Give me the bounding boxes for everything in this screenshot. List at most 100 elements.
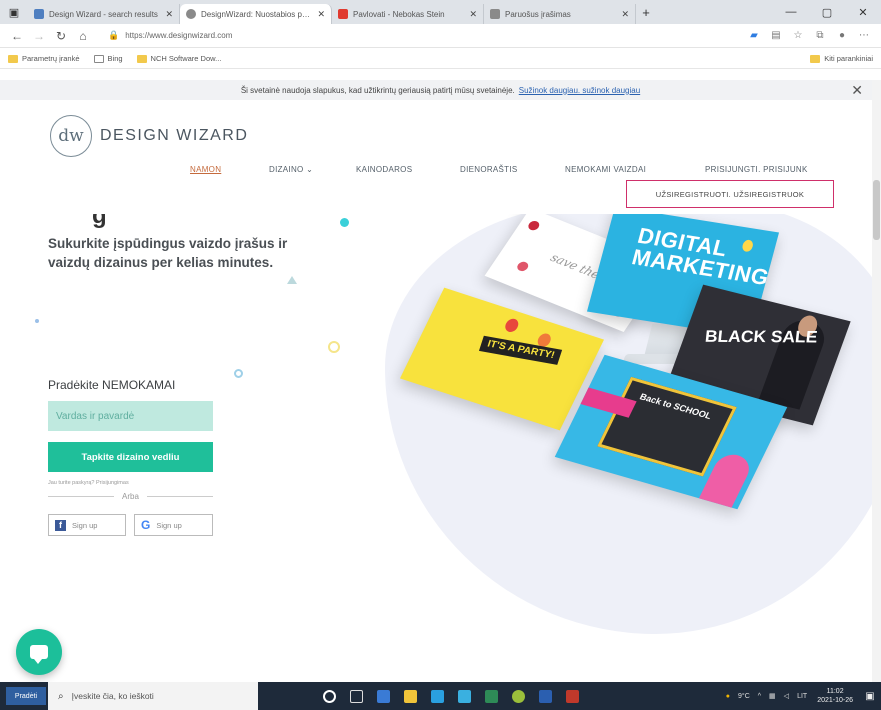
nav-item-login[interactable]: PRISIJUNGTI. PRISIJUNK: [705, 165, 808, 174]
site-logo[interactable]: dw DESIGN WIZARD: [50, 115, 248, 157]
excel-app-icon[interactable]: [478, 682, 505, 710]
bookmark-label: Bing: [107, 54, 123, 63]
extension-icon[interactable]: ▰: [743, 30, 765, 41]
maximize-button[interactable]: ▢: [809, 6, 845, 19]
home-icon[interactable]: ⌂: [72, 29, 94, 43]
name-input[interactable]: [48, 401, 213, 431]
start-button[interactable]: Pradėti: [6, 687, 46, 705]
form-title: Pradėkite NEMOKAMAI: [48, 378, 176, 392]
decor-dot: [526, 219, 542, 232]
lock-icon: 🔒: [108, 30, 120, 40]
close-window-button[interactable]: ✕: [845, 6, 881, 19]
task-view-icon[interactable]: [343, 682, 370, 710]
refresh-icon[interactable]: ↻: [50, 29, 72, 43]
notifications-icon[interactable]: ▣: [859, 691, 881, 702]
collections-icon[interactable]: ⧉: [809, 30, 831, 41]
nav-item-free-images[interactable]: NEMOKAMI VAIZDAI: [565, 165, 646, 174]
more-menu-icon[interactable]: ⋯: [853, 30, 875, 41]
nav-item-home[interactable]: NAMON: [190, 165, 221, 174]
hero-tagline: Sukurkite įspūdingus vaizdo įrašus ir va…: [48, 236, 288, 270]
folder-icon: [136, 54, 147, 63]
tab-pavlovati[interactable]: Pavlovati - Nebokas Stein ✕: [332, 4, 484, 24]
tab-search-results[interactable]: Design Wizard - search results ✕: [28, 4, 180, 24]
main-navigation: NAMON DIZAINO ⌄ KAINODAROS DIENORAŠTIS N…: [0, 165, 881, 179]
tab-label: Design Wizard - search results: [49, 9, 158, 19]
taskbar-search-placeholder: Įveskite čia, ko ieškoti: [71, 691, 154, 701]
close-icon[interactable]: ✕: [317, 9, 325, 20]
login-link[interactable]: Jau turite paskyrą? Prisijungimas: [48, 480, 129, 486]
minimize-button[interactable]: —: [773, 6, 809, 19]
or-divider: Arba: [48, 492, 213, 501]
scrollbar-thumb[interactable]: [873, 180, 880, 240]
chevron-up-icon[interactable]: ^: [758, 693, 761, 700]
google-signup-button[interactable]: G Sign up: [134, 514, 213, 536]
system-tray: ● 9°C ^ ▦ ◁ LIT 11:02 2021-10-26 ▣: [718, 687, 881, 705]
divider-line: [146, 496, 213, 497]
word-app-icon[interactable]: [532, 682, 559, 710]
taskbar-clock[interactable]: 11:02 2021-10-26: [817, 687, 853, 705]
bing-favicon-icon: [34, 9, 44, 19]
divider-line: [48, 496, 115, 497]
bookmark-label: Parametrų įrankė: [22, 54, 80, 63]
decor-dot: [35, 319, 39, 323]
signup-menu-item[interactable]: UŽSIREGISTRUOTI. UŽSIREGISTRUOK: [626, 180, 834, 208]
taskbar-apps: [316, 682, 586, 710]
decor-ring: [234, 369, 243, 378]
tab-actions-icon[interactable]: ▣: [0, 0, 28, 24]
windows-taskbar: Pradėti ⌕ Įveskite čia, ko ieškoti ● 9°C…: [0, 682, 881, 710]
cookie-learn-more-link[interactable]: Sužinok daugiau. sužinok daugiau: [519, 86, 640, 95]
favorites-star-icon[interactable]: ☆: [787, 30, 809, 41]
language-indicator[interactable]: LIT: [797, 693, 807, 700]
chat-bubble-icon: [30, 645, 48, 664]
bookmark-item[interactable]: Bing: [93, 54, 123, 63]
url-field[interactable]: 🔒 https://www.designwizard.com: [102, 27, 735, 45]
reading-view-icon[interactable]: ▤: [765, 30, 787, 41]
taskbar-search[interactable]: ⌕ Įveskite čia, ko ieškoti: [48, 682, 258, 710]
decor-dot: [515, 260, 531, 273]
network-icon[interactable]: ▦: [769, 692, 776, 700]
edge-app-icon[interactable]: [370, 682, 397, 710]
bookmark-item[interactable]: Parametrų įrankė: [8, 54, 80, 63]
store-app-icon[interactable]: [424, 682, 451, 710]
hero-section: g Sukurkite įspūdingus vaizdo įrašus ir …: [0, 214, 881, 682]
google-signup-label: Sign up: [156, 520, 182, 530]
or-label: Arba: [122, 492, 139, 501]
forward-icon[interactable]: →: [28, 29, 50, 43]
window-controls: — ▢ ✕: [773, 6, 881, 19]
tab-designwizard[interactable]: DesignWizard: Nuostabios papr. ✕: [180, 4, 332, 24]
close-icon[interactable]: ✕: [621, 9, 629, 20]
black-sale-text: BLACK SALE: [704, 327, 819, 347]
app-icon[interactable]: [451, 682, 478, 710]
page-scrollbar[interactable]: [872, 80, 881, 682]
close-icon[interactable]: ✕: [851, 82, 863, 99]
become-designer-button[interactable]: Tapkite dizaino vedliu: [48, 442, 213, 472]
nav-item-blog[interactable]: DIENORAŠTIS: [460, 165, 518, 174]
cortana-icon[interactable]: [316, 682, 343, 710]
profile-icon[interactable]: ●: [831, 30, 853, 41]
facebook-icon: f: [55, 519, 66, 531]
decor-triangle-icon: [287, 276, 297, 284]
volume-icon[interactable]: ◁: [784, 692, 789, 700]
other-favorites[interactable]: Kiti parankiniai: [810, 54, 873, 63]
folder-icon: [810, 54, 821, 63]
weather-icon[interactable]: ●: [726, 693, 730, 700]
file-explorer-icon[interactable]: [397, 682, 424, 710]
new-tab-button[interactable]: +: [636, 5, 656, 20]
nav-item-pricing[interactable]: KAINODAROS: [356, 165, 412, 174]
clock-date: 2021-10-26: [817, 697, 853, 704]
close-icon[interactable]: ✕: [165, 9, 173, 20]
back-icon[interactable]: ←: [6, 29, 28, 43]
chrome-app-icon[interactable]: [505, 682, 532, 710]
logo-mark: dw: [50, 115, 92, 157]
facebook-signup-button[interactable]: f Sign up: [48, 514, 126, 536]
page-favicon-icon: [490, 9, 500, 19]
tab-label: DesignWizard: Nuostabios papr.: [201, 9, 314, 19]
nav-item-designs[interactable]: DIZAINO ⌄: [269, 165, 313, 174]
chat-widget-button[interactable]: [16, 629, 62, 675]
bookmark-item[interactable]: NCH Software Dow...: [136, 54, 221, 63]
tab-paruosus[interactable]: Paruošus įrašimas ✕: [484, 4, 636, 24]
search-icon: ⌕: [58, 690, 64, 702]
app-icon[interactable]: [559, 682, 586, 710]
close-icon[interactable]: ✕: [469, 9, 477, 20]
cookie-text: Ši svetainė naudoja slapukus, kad užtikr…: [240, 85, 515, 95]
